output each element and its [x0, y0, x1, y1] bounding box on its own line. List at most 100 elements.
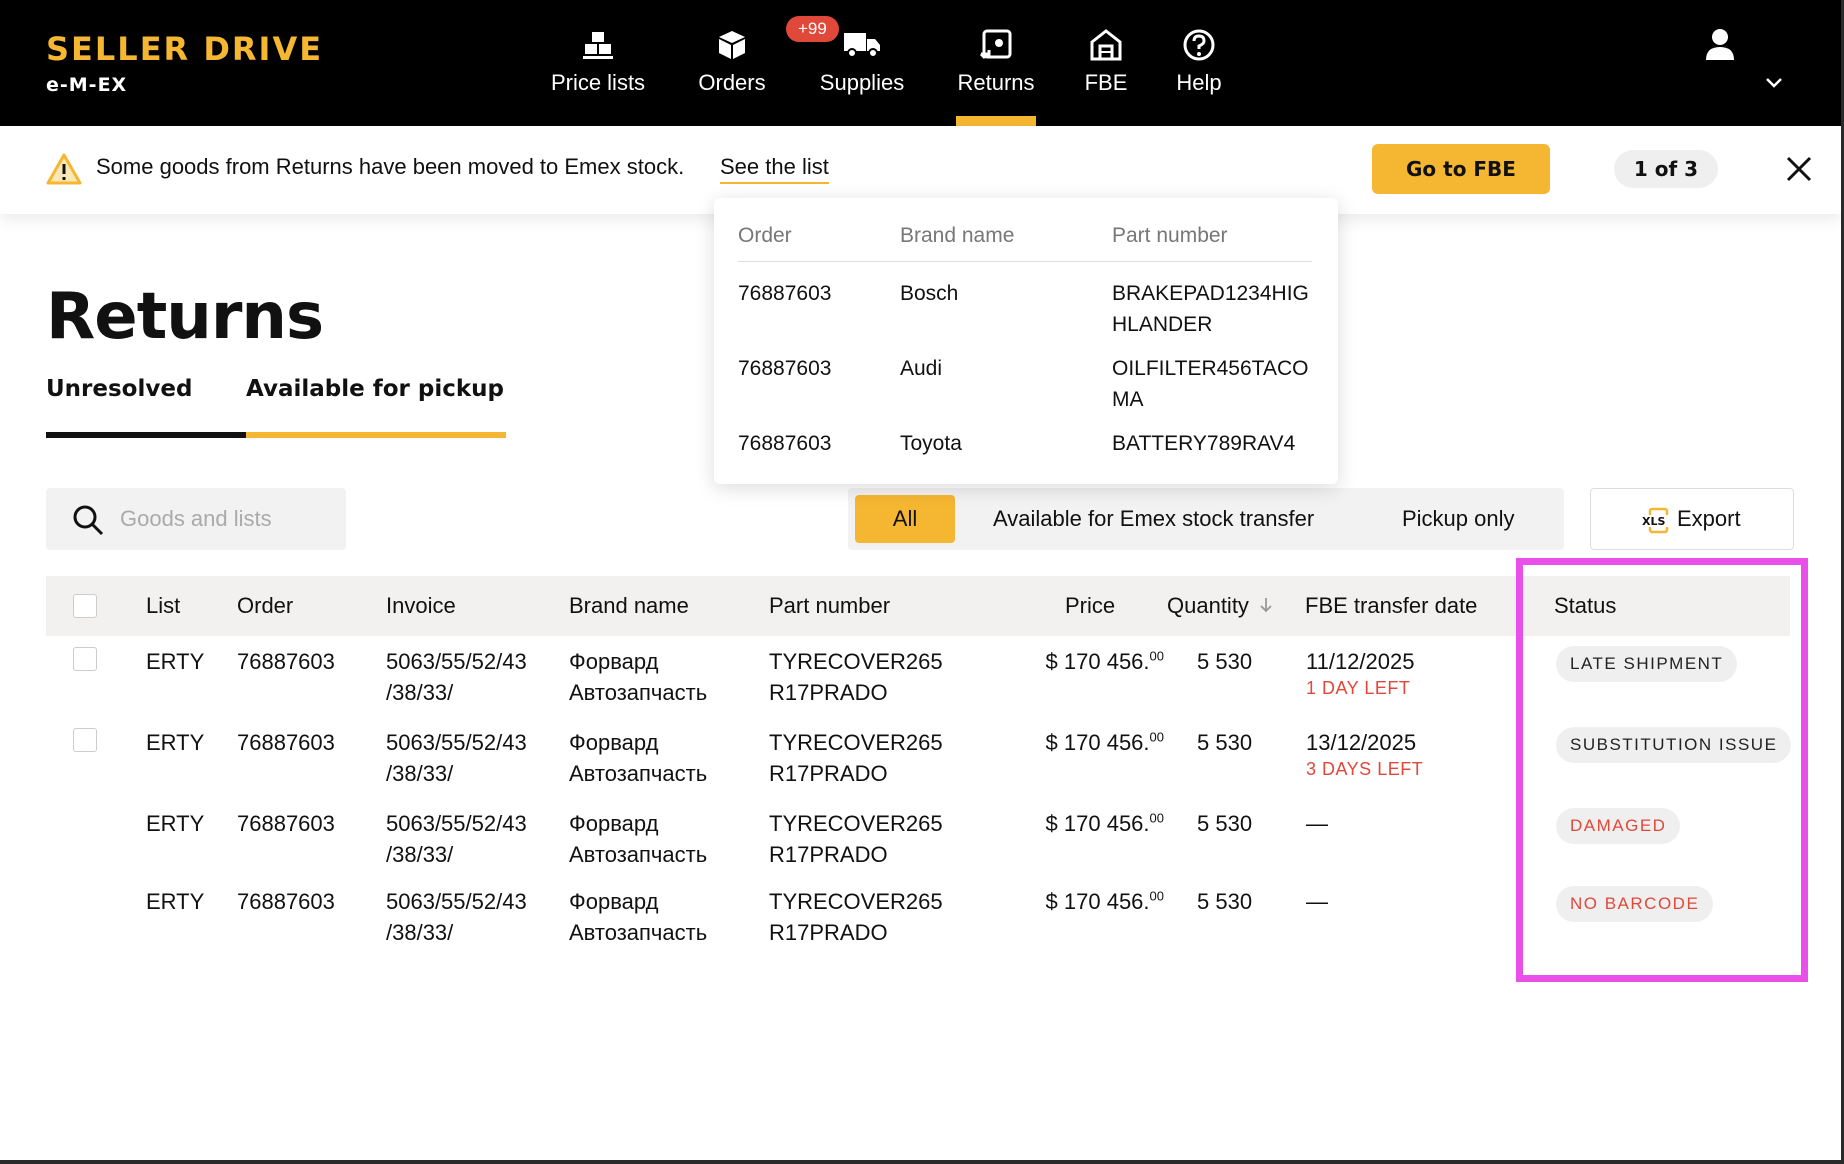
cell-price: $ 170 456.00 [990, 808, 1164, 839]
warehouse-icon [1086, 28, 1126, 62]
table-row[interactable]: ERTY 76887603 5063/55/52/43/38/33/ Форва… [46, 886, 1790, 967]
popover-header-part: Part number [1112, 224, 1228, 247]
see-list-link[interactable]: See the list [720, 154, 829, 184]
column-header-price: Price [1065, 593, 1116, 618]
row-checkbox[interactable] [73, 728, 97, 752]
popover-order: 76887603 [738, 282, 832, 305]
brand-line: Форвард [569, 730, 659, 755]
cell-brand: Форвард Автозапчасть [569, 886, 707, 948]
box-icon [712, 28, 752, 62]
status-badge: NO BARCODE [1556, 886, 1714, 922]
cell-part: TYRECOVER265 R17PRADO [769, 886, 943, 948]
table-row[interactable]: ERTY 76887603 5063/55/52/43/38/33/ Форва… [46, 646, 1790, 727]
cell-price: $ 170 456.00 [990, 727, 1164, 758]
popover-header-brand: Brand name [900, 224, 1015, 247]
price-main: $ 170 456. [1045, 649, 1150, 674]
select-all-checkbox[interactable] [73, 594, 97, 618]
fbe-date: — [1306, 889, 1328, 914]
logo-title: SELLER DRIVE [46, 30, 324, 68]
cell-list: ERTY [146, 649, 205, 674]
nav-item-fbe[interactable]: FBE [1084, 0, 1128, 126]
brand-line: Автозапчасть [569, 920, 708, 945]
nav-label: Price lists [550, 70, 646, 95]
cell-part: TYRECOVER265 R17PRADO [769, 646, 943, 708]
export-label: Export [1677, 506, 1741, 531]
cell-part: TYRECOVER265 R17PRADO [769, 727, 943, 789]
price-cents: 00 [1149, 888, 1164, 904]
xls-icon-text: XLS [1642, 515, 1665, 528]
chevron-down-icon[interactable] [1764, 76, 1784, 90]
tab-available-for-pickup[interactable]: Available for pickup [246, 376, 504, 402]
filter-pickup-only[interactable]: Pickup only [1402, 495, 1515, 543]
price-main: $ 170 456. [1045, 889, 1150, 914]
popover-brand: Audi [900, 357, 943, 380]
part-line: TYRECOVER265 [769, 811, 943, 836]
close-icon[interactable] [1784, 154, 1814, 184]
cell-order: 76887603 [237, 649, 335, 674]
export-button[interactable]: XLS Export [1590, 488, 1794, 550]
nav-item-returns[interactable]: Returns [956, 0, 1036, 126]
price-cents: 00 [1149, 810, 1164, 826]
page-title: Returns [46, 280, 324, 354]
moved-goods-popover: Order Brand name Part number 76887603 Bo… [714, 198, 1338, 484]
part-line: TYRECOVER265 [769, 730, 943, 755]
fbe-date: 13/12/2025 [1306, 730, 1417, 755]
popover-part: OILFILTER456TACOMA [1112, 357, 1309, 411]
popover-order: 76887603 [738, 432, 832, 455]
active-tab-underline [246, 432, 506, 438]
search-box [46, 488, 346, 550]
cell-quantity: 5 530 [1197, 649, 1253, 674]
cell-order: 76887603 [237, 730, 335, 755]
truck-icon [842, 28, 882, 62]
row-checkbox[interactable] [73, 647, 97, 671]
brand-line: Форвард [569, 649, 659, 674]
status-badge: SUBSTITUTION ISSUE [1556, 727, 1792, 763]
invoice-line: /38/33/ [386, 680, 454, 705]
table-row[interactable]: ERTY 76887603 5063/55/52/43/38/33/ Форва… [46, 808, 1790, 889]
search-input[interactable] [120, 498, 330, 540]
cell-list: ERTY [146, 889, 205, 914]
warning-icon [46, 152, 82, 186]
column-header-order: Order [237, 593, 294, 618]
cell-order: 76887603 [237, 811, 335, 836]
column-header-invoice: Invoice [386, 593, 456, 618]
invoice-line: 5063/55/52/43 [386, 730, 527, 755]
top-bar: SELLER DRIVE e-M-EX Price lists Orders S… [0, 0, 1841, 126]
popover-part: BRAKEPAD1234HIGHLANDER [1112, 282, 1309, 336]
column-header-status: Status [1554, 593, 1617, 618]
popover-brand: Bosch [900, 282, 959, 305]
invoice-line: /38/33/ [386, 842, 454, 867]
column-header-quantity[interactable]: Quantity [1167, 593, 1274, 620]
cell-quantity: 5 530 [1197, 889, 1253, 914]
fbe-date: — [1306, 811, 1328, 836]
table-row[interactable]: ERTY 76887603 5063/55/52/43/38/33/ Форва… [46, 727, 1792, 808]
logo[interactable]: SELLER DRIVE e-M-EX [46, 30, 323, 96]
popover-header-order: Order [738, 224, 792, 247]
nav-item-help[interactable]: Help [1174, 0, 1224, 126]
nav-item-orders[interactable]: Orders [694, 0, 770, 126]
brand-line: Автозапчасть [569, 842, 708, 867]
help-icon [1179, 28, 1219, 62]
return-icon [976, 28, 1016, 62]
notification-text: Some goods from Returns have been moved … [96, 154, 685, 179]
xls-icon: XLS [1641, 507, 1671, 535]
column-header-quantity-label: Quantity [1167, 593, 1249, 618]
nav-label: Help [1176, 70, 1222, 95]
notification-counter: 1 of 3 [1614, 150, 1718, 188]
filter-all[interactable]: All [855, 495, 955, 543]
invoice-line: /38/33/ [386, 920, 454, 945]
price-main: $ 170 456. [1045, 811, 1150, 836]
part-line: R17PRADO [769, 761, 888, 786]
user-avatar-icon[interactable] [1702, 26, 1738, 62]
nav-item-price-lists[interactable]: Price lists [548, 0, 648, 126]
go-to-fbe-button[interactable]: Go to FBE [1372, 144, 1550, 194]
cell-fbe-date: — [1306, 808, 1328, 839]
app-window: SELLER DRIVE e-M-EX Price lists Orders S… [0, 0, 1841, 1160]
column-header-part: Part number [769, 593, 891, 618]
popover-header: Order Brand name Part number [738, 224, 1312, 262]
filter-emex-stock-transfer[interactable]: Available for Emex stock transfer [993, 495, 1314, 543]
nav-label: Supplies [819, 70, 905, 95]
tab-unresolved[interactable]: Unresolved [46, 376, 192, 402]
cell-fbe-date: — [1306, 886, 1328, 917]
table-header: List Order Invoice Brand name Part numbe… [46, 576, 1790, 636]
